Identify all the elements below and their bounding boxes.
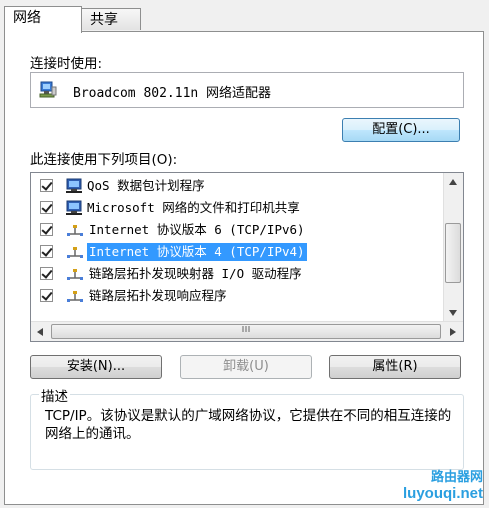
lltd-responder-checkbox[interactable] [40,289,53,302]
grip-icon [242,326,250,332]
list-item-label: Internet 协议版本 4 (TCP/IPv4) [87,243,307,261]
tab-sharing[interactable]: 共享 [81,8,141,30]
list-item-lltd-mapper[interactable]: 链路层拓扑发现映射器 I/O 驱动程序 [31,263,443,285]
watermark-top: 路由器网 [430,470,483,485]
list-item-label: QoS 数据包计划程序 [87,178,205,193]
network-client-icon [66,178,82,193]
horizontal-scroll-thumb[interactable] [51,324,441,339]
protocol-icon [67,269,83,280]
list-item-file-sharing[interactable]: Microsoft 网络的文件和打印机共享 [31,197,443,219]
qos-checkbox[interactable] [40,179,53,192]
description-group: 描述 TCP/IP。该协议是默认的广域网络协议，它提供在不同的相互连接的网络上的… [30,385,464,470]
file-sharing-checkbox[interactable] [40,201,53,214]
watermark: 路由器网 luyouqi.net [403,466,483,502]
tab-strip: 网络 共享 [4,6,484,33]
description-text: TCP/IP。该协议是默认的广域网络协议，它提供在不同的相互连接的网络上的通讯。 [45,408,452,442]
properties-button[interactable]: 属性(R) [329,355,461,379]
vertical-scroll-thumb[interactable] [445,223,461,283]
tab-network[interactable]: 网络 [4,6,82,33]
scroll-down-icon[interactable] [448,309,458,317]
adapter-box: Broadcom 802.11n 网络适配器 [30,72,464,108]
protocol-icon [67,291,83,302]
list-item-label: Internet 协议版本 6 (TCP/IPv6) [89,222,305,237]
list-item-qos[interactable]: QoS 数据包计划程序 [31,175,443,197]
adapter-name: Broadcom 802.11n 网络适配器 [73,86,272,101]
scroll-up-icon[interactable] [448,178,458,186]
watermark-bottom: luyouqi.net [403,485,483,502]
tab-sharing-label: 共享 [90,12,118,28]
description-title: 描述 [39,385,70,405]
horizontal-scrollbar[interactable] [31,321,463,341]
network-adapter-icon [39,81,57,98]
items-list[interactable]: QoS 数据包计划程序 Microsoft 网络的文件和打印机共享 Intern… [30,172,464,342]
connect-using-label: 连接时使用: [30,56,103,72]
scroll-left-icon[interactable] [36,327,44,337]
list-item-lltd-responder[interactable]: 链路层拓扑发现响应程序 [31,285,443,307]
lltd-mapper-checkbox[interactable] [40,267,53,280]
list-item-label: 链路层拓扑发现映射器 I/O 驱动程序 [89,266,302,281]
list-item-ipv6[interactable]: Internet 协议版本 6 (TCP/IPv6) [31,219,443,241]
list-item-label: 链路层拓扑发现响应程序 [89,288,227,303]
install-button[interactable]: 安装(N)... [30,355,162,379]
scroll-right-icon[interactable] [449,327,457,337]
ipv4-checkbox[interactable] [40,245,53,258]
list-item-label: Microsoft 网络的文件和打印机共享 [87,200,300,215]
configure-button[interactable]: 配置(C)... [342,118,460,142]
network-client-icon [66,200,82,215]
protocol-icon [67,225,83,236]
list-item-ipv4[interactable]: Internet 协议版本 4 (TCP/IPv4) [31,241,443,263]
items-label: 此连接使用下列项目(O): [30,152,178,168]
ipv6-checkbox[interactable] [40,223,53,236]
vertical-scrollbar[interactable] [443,173,463,323]
tab-network-label: 网络 [13,10,41,26]
uninstall-button[interactable]: 卸载(U) [180,355,312,379]
protocol-icon [67,247,83,258]
